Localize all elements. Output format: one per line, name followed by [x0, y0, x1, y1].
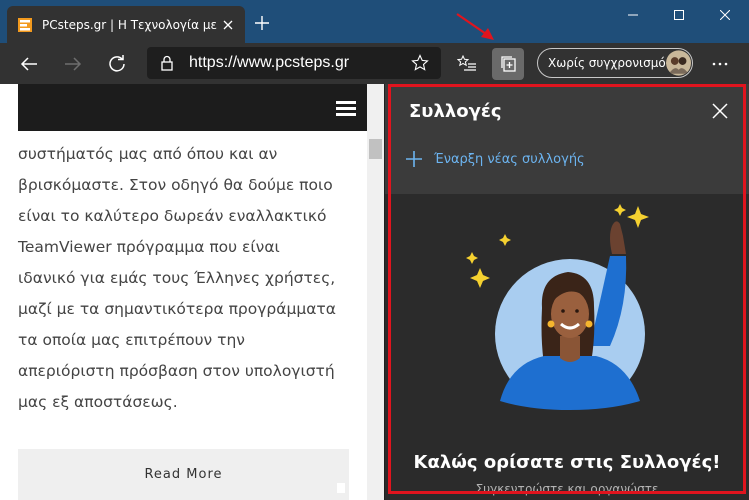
- tab-close-icon[interactable]: [219, 16, 237, 34]
- article-line: απεριόριστη πρόσβαση στον υπολογιστή: [18, 362, 335, 380]
- page-scrollbar[interactable]: [367, 84, 384, 500]
- header-overlay: [18, 84, 367, 131]
- back-button[interactable]: [13, 48, 45, 80]
- collections-button[interactable]: [492, 48, 524, 80]
- waving-woman-illustration-icon: [466, 204, 649, 410]
- close-pane-button[interactable]: [707, 98, 733, 124]
- welcome-title: Καλώς ορίσατε στις Συλλογές!: [413, 452, 721, 473]
- collections-title: Συλλογές: [409, 101, 502, 122]
- minimize-button[interactable]: [610, 0, 656, 30]
- favorites-list-icon: [457, 55, 476, 71]
- collections-icon: [501, 56, 516, 72]
- browser-window: PCsteps.gr | Η Τεχνολογία με Απ https://…: [0, 0, 749, 500]
- maximize-button[interactable]: [656, 0, 702, 30]
- add-favorite-star-icon[interactable]: [411, 54, 429, 72]
- article-text: να έχουμε τον πλήρη έλεγχο του συστήματό…: [18, 114, 363, 418]
- article-line: ιδανικό για εμάς τους Έλληνες χρήστες,: [18, 269, 336, 287]
- sync-status-label: Χωρίς συγχρονισμό: [548, 56, 666, 70]
- forward-arrow-icon: [65, 57, 82, 71]
- article-line: συστήματός μας από όπου και αν: [18, 145, 278, 163]
- browser-toolbar: https://www.pcsteps.gr Χωρίς συγχρονισμό: [0, 43, 749, 84]
- favorites-button[interactable]: [451, 48, 483, 80]
- tab-bar: PCsteps.gr | Η Τεχνολογία με Απ: [0, 0, 749, 43]
- new-tab-button[interactable]: [251, 12, 273, 34]
- minimize-icon: [628, 14, 638, 16]
- more-dots-icon: [712, 62, 728, 66]
- article-line: βρισκόμαστε. Στον οδηγό θα δούμε ποιο: [18, 176, 333, 194]
- address-bar[interactable]: https://www.pcsteps.gr: [147, 47, 441, 79]
- article-line: TeamViewer πρόγραμμα που είναι: [18, 238, 280, 256]
- settings-more-button[interactable]: [704, 48, 736, 80]
- tab-title: PCsteps.gr | Η Τεχνολογία με Απ: [42, 17, 219, 32]
- article-line: μας εξ αποστάσεως.: [18, 393, 178, 411]
- lock-icon[interactable]: [159, 55, 175, 71]
- pcsteps-favicon-icon: [18, 17, 32, 32]
- profile-sync-button[interactable]: Χωρίς συγχρονισμό: [537, 48, 693, 78]
- scrollbar-thumb[interactable]: [369, 139, 382, 159]
- hamburger-menu-icon[interactable]: [336, 101, 356, 117]
- close-icon: [720, 10, 730, 20]
- plus-icon: [255, 16, 269, 30]
- avatar: [665, 50, 691, 76]
- collections-pane: Συλλογές Έναρξη νέας συλλογής Καλώς ορίσ…: [385, 84, 749, 500]
- web-page-content: να έχουμε τον πλήρη έλεγχο του συστήματό…: [0, 84, 367, 500]
- refresh-button[interactable]: [101, 48, 133, 80]
- welcome-subtitle: Συγκεντρώστε και οργανώστε: [475, 482, 659, 496]
- refresh-icon: [109, 55, 125, 72]
- red-arrow-annotation-icon: [456, 13, 494, 40]
- close-window-button[interactable]: [702, 0, 748, 30]
- back-arrow-icon: [20, 57, 37, 71]
- article-line: μαζί με τα σημαντικότερα προγράμματα: [18, 300, 336, 318]
- browser-tab[interactable]: PCsteps.gr | Η Τεχνολογία με Απ: [7, 6, 245, 43]
- maximize-icon: [674, 10, 684, 20]
- url-text[interactable]: https://www.pcsteps.gr: [189, 54, 411, 72]
- divider: [337, 483, 345, 493]
- start-new-collection-button[interactable]: Έναρξη νέας συλλογής: [405, 150, 585, 168]
- plus-icon: [406, 151, 422, 167]
- new-collection-label: Έναρξη νέας συλλογής: [434, 151, 585, 167]
- close-icon: [712, 103, 728, 119]
- article-line: τα οποία μας επιτρέπουν την: [18, 331, 245, 349]
- article-line: είναι το καλύτερο δωρεάν εναλλακτικό: [18, 207, 327, 225]
- read-more-button[interactable]: Read More: [18, 449, 349, 500]
- forward-button[interactable]: [57, 48, 89, 80]
